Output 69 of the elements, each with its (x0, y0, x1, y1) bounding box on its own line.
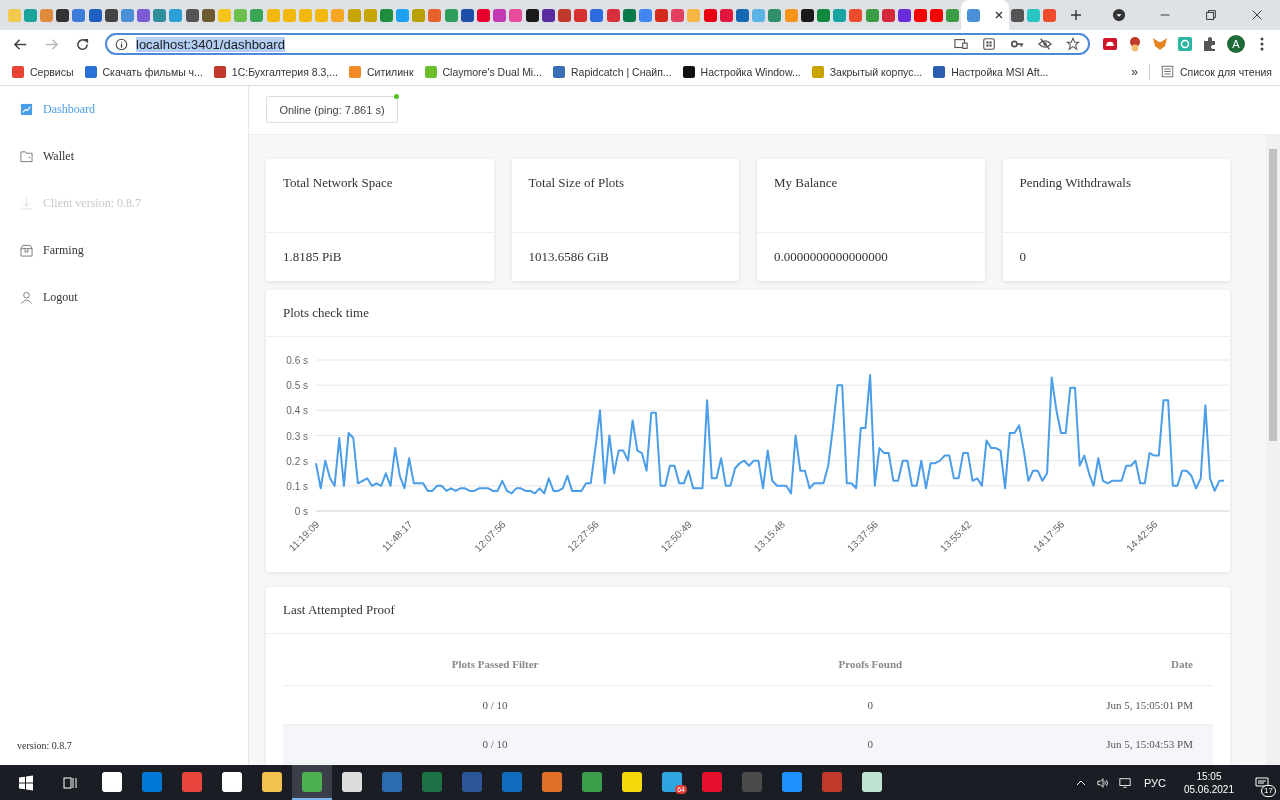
sidebar-item[interactable]: Farming (20, 239, 84, 261)
user-icon (20, 290, 33, 304)
column-header: Date (1170, 657, 1194, 670)
cast-icon[interactable] (954, 37, 968, 51)
stat-title: My Balance (757, 159, 985, 233)
box-icon (20, 243, 33, 257)
star-icon[interactable] (1066, 37, 1080, 51)
y-axis-label: 0 s (294, 506, 308, 517)
table-cell-text: 0 (866, 738, 875, 750)
bookmark-link[interactable]: Закрытый корпус... (811, 65, 923, 78)
y-axis-label: 0.3 s (286, 430, 308, 442)
table-cell-text: 0 / 10 (481, 699, 509, 711)
y-axis-label: 0.6 s (286, 355, 308, 366)
info-icon[interactable] (115, 37, 128, 51)
sidebar-item[interactable]: Logout (20, 286, 78, 308)
stat-title: Total Network Space (266, 159, 494, 233)
bookmark-link[interactable]: Скачать фильмы ч... (84, 65, 203, 78)
table-cell-text: 0 (866, 699, 875, 711)
table-title: Last Attempted Proof (266, 587, 1230, 634)
version-text: version: 0.8.7 (16, 740, 72, 751)
close-tab-icon[interactable] (993, 10, 1004, 20)
download-icon (20, 196, 33, 210)
chart-title: Plots check time (266, 290, 1230, 337)
y-axis-label: 0.4 s (286, 405, 308, 417)
status-button[interactable]: Online (ping: 7.861 s) (266, 96, 398, 123)
more-bookmarks-button[interactable]: » (1131, 64, 1138, 79)
bookmark-link[interactable]: Сервисы (12, 65, 74, 78)
y-axis-label: 0.5 s (286, 380, 308, 392)
bookmark-link[interactable]: Настройка MSI Aft... (933, 65, 1049, 78)
extension-icon[interactable] (1127, 36, 1143, 52)
sidebar-item[interactable]: Wallet (20, 145, 75, 167)
clock[interactable]: 15:05 05.06.2021 (1183, 769, 1234, 796)
extension-icon[interactable] (1177, 36, 1193, 52)
bookmark-link[interactable]: Rapidcatch | Снайп... (552, 65, 672, 78)
stat-value: 1.8185 PiB (282, 248, 343, 266)
bookmark-link[interactable]: 1С:Бухгалтерия 8.3,... (213, 65, 338, 78)
monitor-icon[interactable] (1118, 776, 1131, 789)
stat-value: 0 (1018, 248, 1027, 266)
fox-icon[interactable] (1152, 36, 1168, 52)
column-header: Plots Passed Filter (450, 657, 540, 670)
list-icon (1160, 65, 1174, 78)
bookmark-link[interactable]: Настройка Window... (682, 65, 801, 78)
eye-crossed-icon[interactable] (1038, 37, 1052, 51)
qr-code-icon[interactable] (982, 37, 996, 51)
wallet-icon (20, 149, 33, 163)
puzzle-icon[interactable] (1202, 36, 1218, 52)
address-bar[interactable]: localhost:3401/dashboard (105, 33, 1090, 55)
chart-icon (20, 102, 33, 116)
extension-icon[interactable] (1102, 36, 1118, 52)
new-tab-icon[interactable] (1069, 9, 1082, 21)
table-cell-text: Jun 5, 15:04:53 PM (1105, 738, 1194, 750)
stat-title: Pending Withdrawals (1002, 159, 1230, 233)
table-cell-text: 0 / 10 (481, 738, 509, 750)
reading-list-button[interactable]: Список для чтения (1160, 65, 1272, 78)
table-cell-text: Jun 5, 15:05:01 PM (1105, 699, 1194, 711)
y-axis-label: 0.1 s (286, 480, 308, 492)
stat-value: 0.0000000000000000 (773, 248, 889, 266)
y-axis-label: 0.2 s (286, 455, 308, 467)
profile-avatar[interactable]: A (1227, 35, 1245, 53)
bookmark-link[interactable]: Claymore's Dual Mi... (424, 65, 542, 78)
stat-title: Total Size of Plots (511, 159, 739, 233)
stat-value: 1013.6586 GiB (527, 248, 610, 266)
speaker-icon[interactable] (1096, 776, 1109, 789)
notification-button[interactable]: 17 (1244, 766, 1280, 799)
bookmark-link[interactable]: Ситилинк (349, 65, 414, 78)
notification-count: 17 (1261, 785, 1276, 797)
language-indicator[interactable]: РУС (1143, 776, 1166, 789)
scrollbar[interactable] (1266, 135, 1280, 765)
column-header: Proofs Found (837, 657, 904, 670)
